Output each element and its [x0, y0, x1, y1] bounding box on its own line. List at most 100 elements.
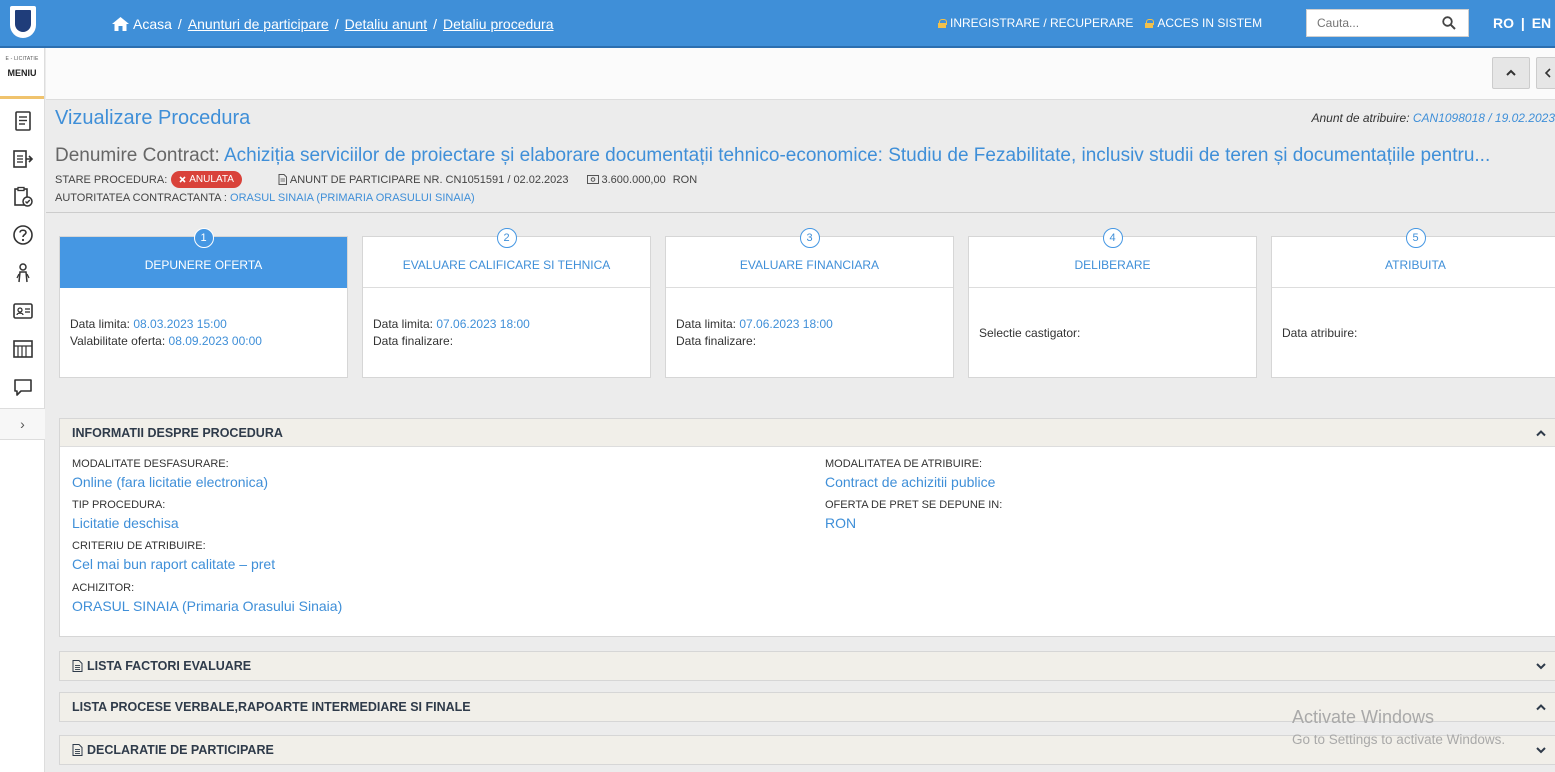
- breadcrumb-separator: /: [433, 16, 437, 32]
- contract-value: Achiziția serviciilor de proiectare și e…: [223, 145, 1491, 166]
- lang-separator: |: [1520, 15, 1525, 31]
- sidebar: E - LICITATIE MENIU ›: [0, 48, 45, 772]
- chevron-down-icon: [1536, 663, 1546, 670]
- step-number: 4: [1102, 228, 1123, 248]
- sidebar-item-help[interactable]: [0, 216, 45, 254]
- watermark-subtitle: Go to Settings to activate Windows.: [1292, 732, 1506, 747]
- step-atribuita[interactable]: 5 ATRIBUITA Data atribuire:: [1271, 228, 1555, 378]
- search-input[interactable]: [1307, 10, 1437, 36]
- panel-header[interactable]: INFORMATII DESPRE PROCEDURA: [60, 419, 1555, 447]
- panel-title: DECLARATIE DE PARTICIPARE: [87, 743, 274, 757]
- breadcrumb-separator: /: [334, 16, 339, 32]
- step-line: Selectie castigator:: [979, 325, 1256, 342]
- field-modalitatea-atribuire: MODALITATEA DE ATRIBUIRE: Contract de ac…: [825, 458, 995, 490]
- award-notice-label: Anunt de atribuire:: [1311, 111, 1410, 125]
- participation-notice[interactable]: ANUNT DE PARTICIPARE NR. CN1051591 / 02.…: [278, 174, 569, 186]
- estimated-value-currency: RON: [672, 173, 698, 186]
- field-label: MODALITATE DESFASURARE:: [72, 458, 229, 470]
- panel-informatii-procedura: INFORMATII DESPRE PROCEDURA MODALITATE D…: [59, 418, 1555, 637]
- file-icon: [72, 660, 83, 672]
- register-link[interactable]: INREGISTRARE / RECUPERARE: [938, 16, 1133, 30]
- breadcrumb-detaliu-anunt[interactable]: Detaliu anunt: [345, 16, 428, 32]
- account-links: INREGISTRARE / RECUPERARE ACCES IN SISTE…: [938, 16, 1262, 30]
- panel-header[interactable]: LISTA FACTORI EVALUARE: [60, 652, 1555, 680]
- step-line: Data finalizare:: [373, 333, 650, 350]
- step-value: 08.03.2023 15:00: [133, 317, 227, 331]
- chevron-up-icon: [1506, 69, 1516, 76]
- sidebar-item-support[interactable]: [0, 254, 45, 292]
- chat-icon: [13, 379, 32, 396]
- sidebar-item-catalog[interactable]: [0, 330, 45, 368]
- chevron-left-icon: [1544, 68, 1551, 78]
- field-value: Cel mai bun raport calitate – pret: [72, 556, 276, 572]
- field-value: Online (fara licitatie electronica): [72, 474, 269, 490]
- authority-link[interactable]: ORASUL SINAIA (PRIMARIA ORASULUI SINAIA): [230, 192, 475, 204]
- scroll-top-button[interactable]: [1492, 57, 1530, 89]
- sidebar-item-contacts[interactable]: [0, 292, 45, 330]
- authority-label: AUTORITATEA CONTRACTANTA :: [55, 192, 227, 204]
- page-title: Vizualizare Procedura: [55, 107, 251, 129]
- step-label: Data limita:: [373, 317, 434, 331]
- sidebar-item-procedures[interactable]: [0, 178, 45, 216]
- field-label: MODALITATEA DE ATRIBUIRE:: [825, 458, 983, 470]
- step-depunere-oferta[interactable]: 1 DEPUNERE OFERTA Data limita: 08.03.202…: [59, 228, 348, 378]
- step-line: Data finalizare:: [676, 333, 953, 350]
- step-line: Valabilitate oferta: 08.09.2023 00:00: [70, 333, 347, 350]
- step-body: Data limita: 07.06.2023 18:00 Data final…: [666, 288, 953, 378]
- menu-toggle[interactable]: E - LICITATIE MENIU: [0, 48, 44, 99]
- step-label: Data limita:: [70, 317, 131, 331]
- list-export-icon: [12, 150, 33, 168]
- step-evaluare-financiara[interactable]: 3 EVALUARE FINANCIARA Data limita: 07.06…: [665, 228, 954, 378]
- search-icon[interactable]: [1442, 16, 1456, 30]
- search-box: [1306, 9, 1469, 37]
- menu-label: MENIU: [7, 68, 37, 78]
- chevron-down-icon: [1536, 747, 1546, 754]
- estimated-value-amount: 3.600.000,00: [601, 173, 666, 186]
- collapse-panel-button[interactable]: [1536, 57, 1555, 89]
- step-deliberare[interactable]: 4 DELIBERARE Selectie castigator:: [968, 228, 1257, 378]
- field-tip-procedura: TIP PROCEDURA: Licitatie deschisa: [72, 499, 179, 531]
- home-icon[interactable]: [112, 17, 129, 31]
- language-switcher: RO | EN: [1493, 15, 1551, 31]
- breadcrumb-anunturi[interactable]: Anunturi de participare: [188, 16, 329, 32]
- field-oferta-pret-moneda: OFERTA DE PRET SE DEPUNE IN: RON: [825, 499, 1002, 531]
- breadcrumb-home[interactable]: Acasa: [133, 16, 172, 32]
- user-icon: [938, 18, 947, 28]
- contract-label: Denumire Contract:: [55, 145, 220, 166]
- panel-body: MODALITATE DESFASURARE: Online (fara lic…: [60, 447, 1555, 637]
- step-number: 2: [496, 228, 517, 248]
- step-line: Data limita: 08.03.2023 15:00: [70, 316, 347, 333]
- step-line: Data limita: 07.06.2023 18:00: [373, 316, 650, 333]
- sidebar-item-documents[interactable]: [0, 102, 45, 140]
- step-evaluare-calificare[interactable]: 2 EVALUARE CALIFICARE SI TEHNICA Data li…: [362, 228, 651, 378]
- brand-small: E - LICITATIE: [5, 56, 39, 62]
- step-body: Data atribuire:: [1272, 288, 1555, 378]
- award-notice-link[interactable]: CAN1098018 / 19.02.2023: [1413, 111, 1555, 125]
- sidebar-item-messages[interactable]: [0, 368, 45, 406]
- site-logo[interactable]: [10, 6, 36, 38]
- status-value: ANULATA: [189, 174, 234, 185]
- step-label: Valabilitate oferta:: [70, 334, 166, 348]
- step-value: 07.06.2023 18:00: [436, 317, 530, 331]
- field-value[interactable]: ORASUL SINAIA (Primaria Orasului Sinaia): [72, 598, 342, 614]
- sidebar-expand[interactable]: ›: [0, 408, 45, 440]
- chevron-up-icon: [1536, 430, 1546, 437]
- login-link[interactable]: ACCES IN SISTEM: [1145, 16, 1262, 30]
- panel-title: LISTA PROCESE VERBALE,RAPOARTE INTERMEDI…: [72, 700, 471, 714]
- step-label: Data finalizare:: [676, 334, 757, 348]
- step-body: Data limita: 07.06.2023 18:00 Data final…: [363, 288, 650, 378]
- sidebar-item-export[interactable]: [0, 140, 45, 178]
- step-number: 3: [799, 228, 820, 248]
- lang-ro[interactable]: RO: [1493, 15, 1514, 31]
- lang-en[interactable]: EN: [1532, 15, 1551, 31]
- breadcrumb: Acasa / Anunturi de participare / Detali…: [112, 16, 554, 32]
- step-line: Data atribuire:: [1282, 325, 1555, 342]
- chevron-right-icon: ›: [20, 416, 25, 432]
- field-label: OFERTA DE PRET SE DEPUNE IN:: [825, 499, 1003, 511]
- top-bar: Acasa / Anunturi de participare / Detali…: [0, 0, 1555, 48]
- money-icon: [586, 175, 599, 184]
- breadcrumb-detaliu-procedura[interactable]: Detaliu procedura: [443, 16, 554, 32]
- contract-name: Denumire Contract: Achiziția serviciilor…: [55, 145, 1555, 167]
- field-value: RON: [825, 515, 857, 531]
- award-notice: Anunt de atribuire: CAN1098018 / 19.02.2…: [1311, 111, 1555, 125]
